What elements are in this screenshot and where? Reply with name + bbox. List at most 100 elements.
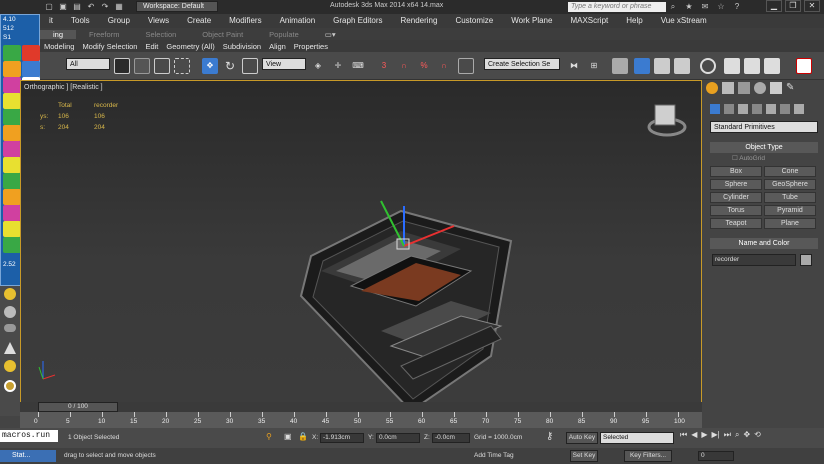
script-tool-icon[interactable]	[3, 45, 21, 61]
tube-button[interactable]: Tube	[764, 192, 816, 203]
ribbon-edit[interactable]: Edit	[141, 42, 162, 51]
menu-modifiers[interactable]: Modifiers	[220, 14, 270, 28]
menu-group[interactable]: Group	[99, 14, 139, 28]
select-by-name-icon[interactable]	[134, 58, 150, 74]
script-tool-icon[interactable]	[3, 109, 21, 125]
menu-rendering[interactable]: Rendering	[392, 14, 447, 28]
script-tool-icon[interactable]	[3, 77, 21, 93]
display-tab-icon[interactable]	[770, 82, 782, 94]
edit-named-selection-icon[interactable]	[458, 58, 474, 74]
go-end-icon[interactable]: ⏭	[724, 430, 731, 444]
orbit-icon[interactable]: ⟲	[754, 430, 761, 444]
auto-key-button[interactable]: Auto Key	[566, 432, 598, 444]
selection-lock-icon[interactable]: 🔒	[298, 432, 308, 442]
tab-modeling[interactable]: ing	[40, 29, 77, 39]
viewcube-icon[interactable]	[647, 104, 687, 137]
favorites-icon[interactable]: ☆	[716, 2, 726, 12]
menu-graph-editors[interactable]: Graph Editors	[324, 14, 391, 28]
snaps-toggle-icon[interactable]: 3	[376, 58, 392, 74]
play-icon[interactable]: ▶	[701, 430, 707, 444]
new-icon[interactable]: ▢	[44, 2, 54, 12]
subscription-icon[interactable]: ★	[684, 2, 694, 12]
shapes-icon[interactable]	[724, 104, 734, 114]
selection-filter-dropdown[interactable]: All	[66, 58, 110, 70]
current-frame-field[interactable]: 0	[698, 451, 734, 461]
maxscript-listener[interactable]: macros.run	[0, 430, 58, 442]
go-start-icon[interactable]: ⏮	[680, 430, 687, 444]
help-icon[interactable]: ?	[732, 2, 742, 12]
create-tab-icon[interactable]	[706, 82, 718, 94]
script-tool-icon[interactable]	[22, 61, 40, 77]
utilities-tab-icon[interactable]: ✎	[786, 82, 798, 94]
script-tool-icon[interactable]	[3, 125, 21, 141]
ribbon-subdivision[interactable]: Subdivision	[219, 42, 265, 51]
keyboard-shortcut-icon[interactable]: ⌨	[350, 58, 366, 74]
schematic-view-icon[interactable]	[674, 58, 690, 74]
tab-selection[interactable]: Selection	[132, 30, 189, 39]
object-name-field[interactable]: recorder	[712, 254, 796, 266]
tab-freeform[interactable]: Freeform	[76, 30, 132, 39]
autogrid-checkbox[interactable]: ☐ AutoGrid	[732, 154, 765, 162]
viewport[interactable]	[20, 80, 702, 412]
minimize-button[interactable]: ▁	[766, 0, 782, 12]
ribbon-modeling[interactable]: Modeling	[40, 42, 78, 51]
cone-icon[interactable]	[4, 342, 16, 354]
menu-animation[interactable]: Animation	[271, 14, 325, 28]
menu-vue-xstream[interactable]: Vue xStream	[652, 14, 716, 28]
window-crossing-icon[interactable]	[174, 58, 190, 74]
menu-create[interactable]: Create	[178, 14, 220, 28]
script-tool-icon[interactable]	[3, 221, 21, 237]
key-filters-button[interactable]: Key Filters...	[624, 450, 672, 462]
angle-snap-icon[interactable]: ∩	[396, 58, 412, 74]
spacewarps-icon[interactable]	[780, 104, 790, 114]
percent-snap-icon[interactable]: %	[416, 58, 432, 74]
menu-tools[interactable]: Tools	[62, 14, 99, 28]
geometry-icon[interactable]	[710, 104, 720, 114]
rendered-frame-icon[interactable]	[744, 58, 760, 74]
sphere-button[interactable]: Sphere	[710, 179, 762, 190]
tab-populate[interactable]: Populate	[256, 30, 312, 39]
communication-icon[interactable]: ✉	[700, 2, 710, 12]
spinner-snap-icon[interactable]: ∩	[436, 58, 452, 74]
geosphere-button[interactable]: GeoSphere	[764, 179, 816, 190]
ribbon-modify-selection[interactable]: Modify Selection	[78, 42, 141, 51]
menu-maxscript[interactable]: MAXScript	[561, 14, 617, 28]
script-tool-icon[interactable]	[3, 237, 21, 253]
tab-object-paint[interactable]: Object Paint	[189, 30, 256, 39]
sphere-icon[interactable]	[4, 306, 16, 318]
render-setup-icon[interactable]	[724, 58, 740, 74]
helpers-icon[interactable]	[766, 104, 776, 114]
name-color-rollout[interactable]: Name and Color	[710, 238, 818, 249]
manipulate-icon[interactable]: ✛	[330, 58, 346, 74]
primitive-category-dropdown[interactable]: Standard Primitives	[710, 121, 818, 133]
named-selection-sets-dropdown[interactable]: Create Selection Se	[484, 58, 560, 70]
script-tool-icon[interactable]	[22, 45, 40, 61]
torus-button[interactable]: Torus	[710, 205, 762, 216]
script-tool-icon[interactable]	[3, 93, 21, 109]
box-button[interactable]: Box	[710, 166, 762, 177]
ribbon-align[interactable]: Align	[265, 42, 290, 51]
pivot-center-icon[interactable]: ◈	[310, 58, 326, 74]
mirror-icon[interactable]: ⧓	[566, 58, 582, 74]
zoom-icon[interactable]: ⌕	[735, 430, 739, 444]
hierarchy-tab-icon[interactable]	[738, 82, 750, 94]
light-icon[interactable]	[4, 288, 16, 300]
sun-icon[interactable]	[4, 360, 16, 372]
menu-help[interactable]: Help	[617, 14, 651, 28]
y-coordinate-field[interactable]: 0.0cm	[376, 433, 420, 443]
select-move-icon[interactable]: ✥	[202, 58, 218, 74]
lock-selection-icon[interactable]: ⚲	[266, 432, 274, 442]
recorder-model[interactable]	[299, 209, 513, 411]
track-bar[interactable]: 0 5 10 15 20 25 30 35 40 45 50 55 60 65 70 75 80 85 90 95 10…	[20, 412, 702, 428]
lights-icon[interactable]	[738, 104, 748, 114]
script-tool-icon[interactable]	[3, 61, 21, 77]
ribbon-properties[interactable]: Properties	[290, 42, 332, 51]
modify-tab-icon[interactable]	[722, 82, 734, 94]
restore-button[interactable]: ❐	[785, 0, 801, 12]
x-coordinate-field[interactable]: -1.913cm	[320, 433, 364, 443]
select-object-icon[interactable]	[114, 58, 130, 74]
taskbar-start-button[interactable]: Stat...	[0, 450, 56, 462]
script-tool-icon[interactable]	[3, 205, 21, 221]
viewport-label[interactable]: Orthographic ] [Realistic ]	[24, 84, 103, 91]
render-production-icon[interactable]	[764, 58, 780, 74]
